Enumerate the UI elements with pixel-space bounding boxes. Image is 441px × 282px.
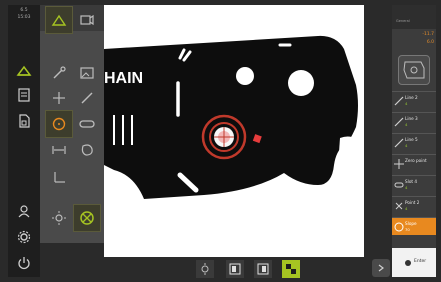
feature-label: Slot 4 (405, 179, 418, 184)
line-feature-icon (394, 117, 404, 127)
position-readout: -11.7 6.0 (392, 30, 436, 52)
check-icon (405, 260, 411, 266)
coord-y: 6.0 (426, 40, 434, 45)
workpiece-image: HAIN (104, 35, 363, 207)
tool-slot[interactable] (74, 111, 100, 137)
slot-feature-icon (394, 182, 404, 188)
feature-item[interactable]: Line 34 (392, 112, 436, 130)
auto-icon (80, 211, 94, 225)
feature-count: 4 (405, 101, 408, 106)
line-icon (81, 92, 93, 104)
feature-count: 4 (405, 122, 408, 127)
preview-shape-icon (403, 61, 425, 79)
feature-label: Line 5 (405, 137, 418, 142)
feature-item[interactable]: Point 24 (392, 196, 436, 214)
power-icon (18, 257, 30, 270)
image-frame-icon (80, 67, 94, 79)
feature-label: Line 3 (405, 116, 418, 121)
enter-button[interactable]: Enter (392, 248, 436, 277)
report-icon (18, 88, 30, 102)
feature-label: Slope (405, 221, 417, 226)
main-menu: 6.5 15:03 (8, 5, 40, 277)
tool-image-frame[interactable] (74, 60, 100, 86)
workpiece-text: HAIN (104, 70, 143, 87)
crosshair-icon (53, 92, 65, 104)
light-icon (201, 263, 209, 275)
menu-settings-button[interactable] (13, 227, 35, 247)
sun-icon (52, 211, 66, 225)
menu-file-button[interactable] (13, 111, 35, 131)
inspector-panel: General -11.7 6.0 Line 2 4 Line 3 4 Line 54Z… (392, 5, 436, 277)
inspector-header: General (392, 5, 436, 29)
tool-auto[interactable] (73, 204, 101, 232)
menu-user-button[interactable] (13, 201, 35, 221)
feature-count: 70 (405, 227, 410, 232)
view-3-icon (286, 264, 296, 274)
tool-camera[interactable] (74, 7, 100, 33)
tool-measure[interactable] (45, 6, 73, 34)
line-feature-icon (394, 138, 404, 148)
menu-power-button[interactable] (13, 253, 35, 273)
tool-brightness[interactable] (46, 205, 72, 231)
line-feature-icon (394, 96, 404, 106)
triangle-measure-icon (51, 14, 67, 26)
feature-item[interactable]: Slot 44 (392, 175, 436, 193)
coord-x: -11.7 (422, 32, 434, 37)
distance-icon (52, 146, 66, 154)
circle-icon (52, 117, 66, 131)
slot-icon (79, 120, 95, 128)
menu-report-button[interactable] (13, 85, 35, 105)
feature-preview (398, 55, 430, 85)
status-clock: 6.5 15:03 (8, 7, 40, 21)
tool-axis[interactable] (46, 165, 72, 191)
view-2-icon (257, 263, 269, 275)
tool-crosshair[interactable] (46, 85, 72, 111)
tool-edge-probe[interactable] (46, 60, 72, 86)
view-mode-3-button[interactable] (282, 260, 300, 278)
tool-line[interactable] (74, 85, 100, 111)
view-mode-1-button[interactable] (226, 260, 244, 278)
gear-icon (17, 230, 31, 244)
tool-circle[interactable] (45, 110, 73, 138)
image-view[interactable]: HAIN (104, 5, 364, 257)
bottom-toolbar (104, 257, 364, 282)
inspector-tab-general[interactable]: General (396, 19, 410, 23)
point-feature-icon (395, 202, 403, 210)
feature-item[interactable]: Slope 70 (392, 217, 436, 235)
view-mode-2-button[interactable] (254, 260, 272, 278)
enter-label: Enter (414, 259, 427, 264)
tool-palette (40, 5, 104, 243)
file-icon (19, 114, 30, 128)
feature-item[interactable]: Line 54 (392, 133, 436, 151)
camera-icon (80, 14, 94, 26)
feature-label: Point 2 (405, 200, 420, 205)
user-icon (18, 205, 30, 218)
axis-icon (54, 172, 65, 183)
triangle-measure-icon (16, 65, 32, 76)
feature-count: 4 (405, 185, 408, 190)
zero-point-icon (394, 159, 404, 169)
arrow-right-icon (378, 264, 384, 272)
feature-label: Line 2 (405, 95, 418, 100)
status-line-1: 6.5 (20, 8, 28, 13)
blob-icon (81, 144, 93, 156)
pen-icon (53, 66, 66, 79)
app-window: 6.5 15:03 HAIN General -11.7 6.0 Line 2 … (0, 0, 441, 282)
feature-count: 4 (405, 143, 408, 148)
tool-distance[interactable] (46, 137, 72, 163)
circle-feature-icon (394, 222, 404, 232)
light-settings-button[interactable] (196, 260, 214, 278)
tool-blob[interactable] (74, 137, 100, 163)
status-line-2: 15:03 (17, 15, 31, 20)
feature-item[interactable]: Zero point (392, 154, 436, 172)
collapse-right-button[interactable] (372, 259, 390, 277)
feature-label: Zero point (405, 158, 427, 163)
view-1-icon (229, 263, 241, 275)
feature-count: 4 (405, 206, 408, 211)
menu-measure-button[interactable] (13, 61, 35, 81)
feature-item[interactable]: Line 24 (392, 91, 436, 109)
